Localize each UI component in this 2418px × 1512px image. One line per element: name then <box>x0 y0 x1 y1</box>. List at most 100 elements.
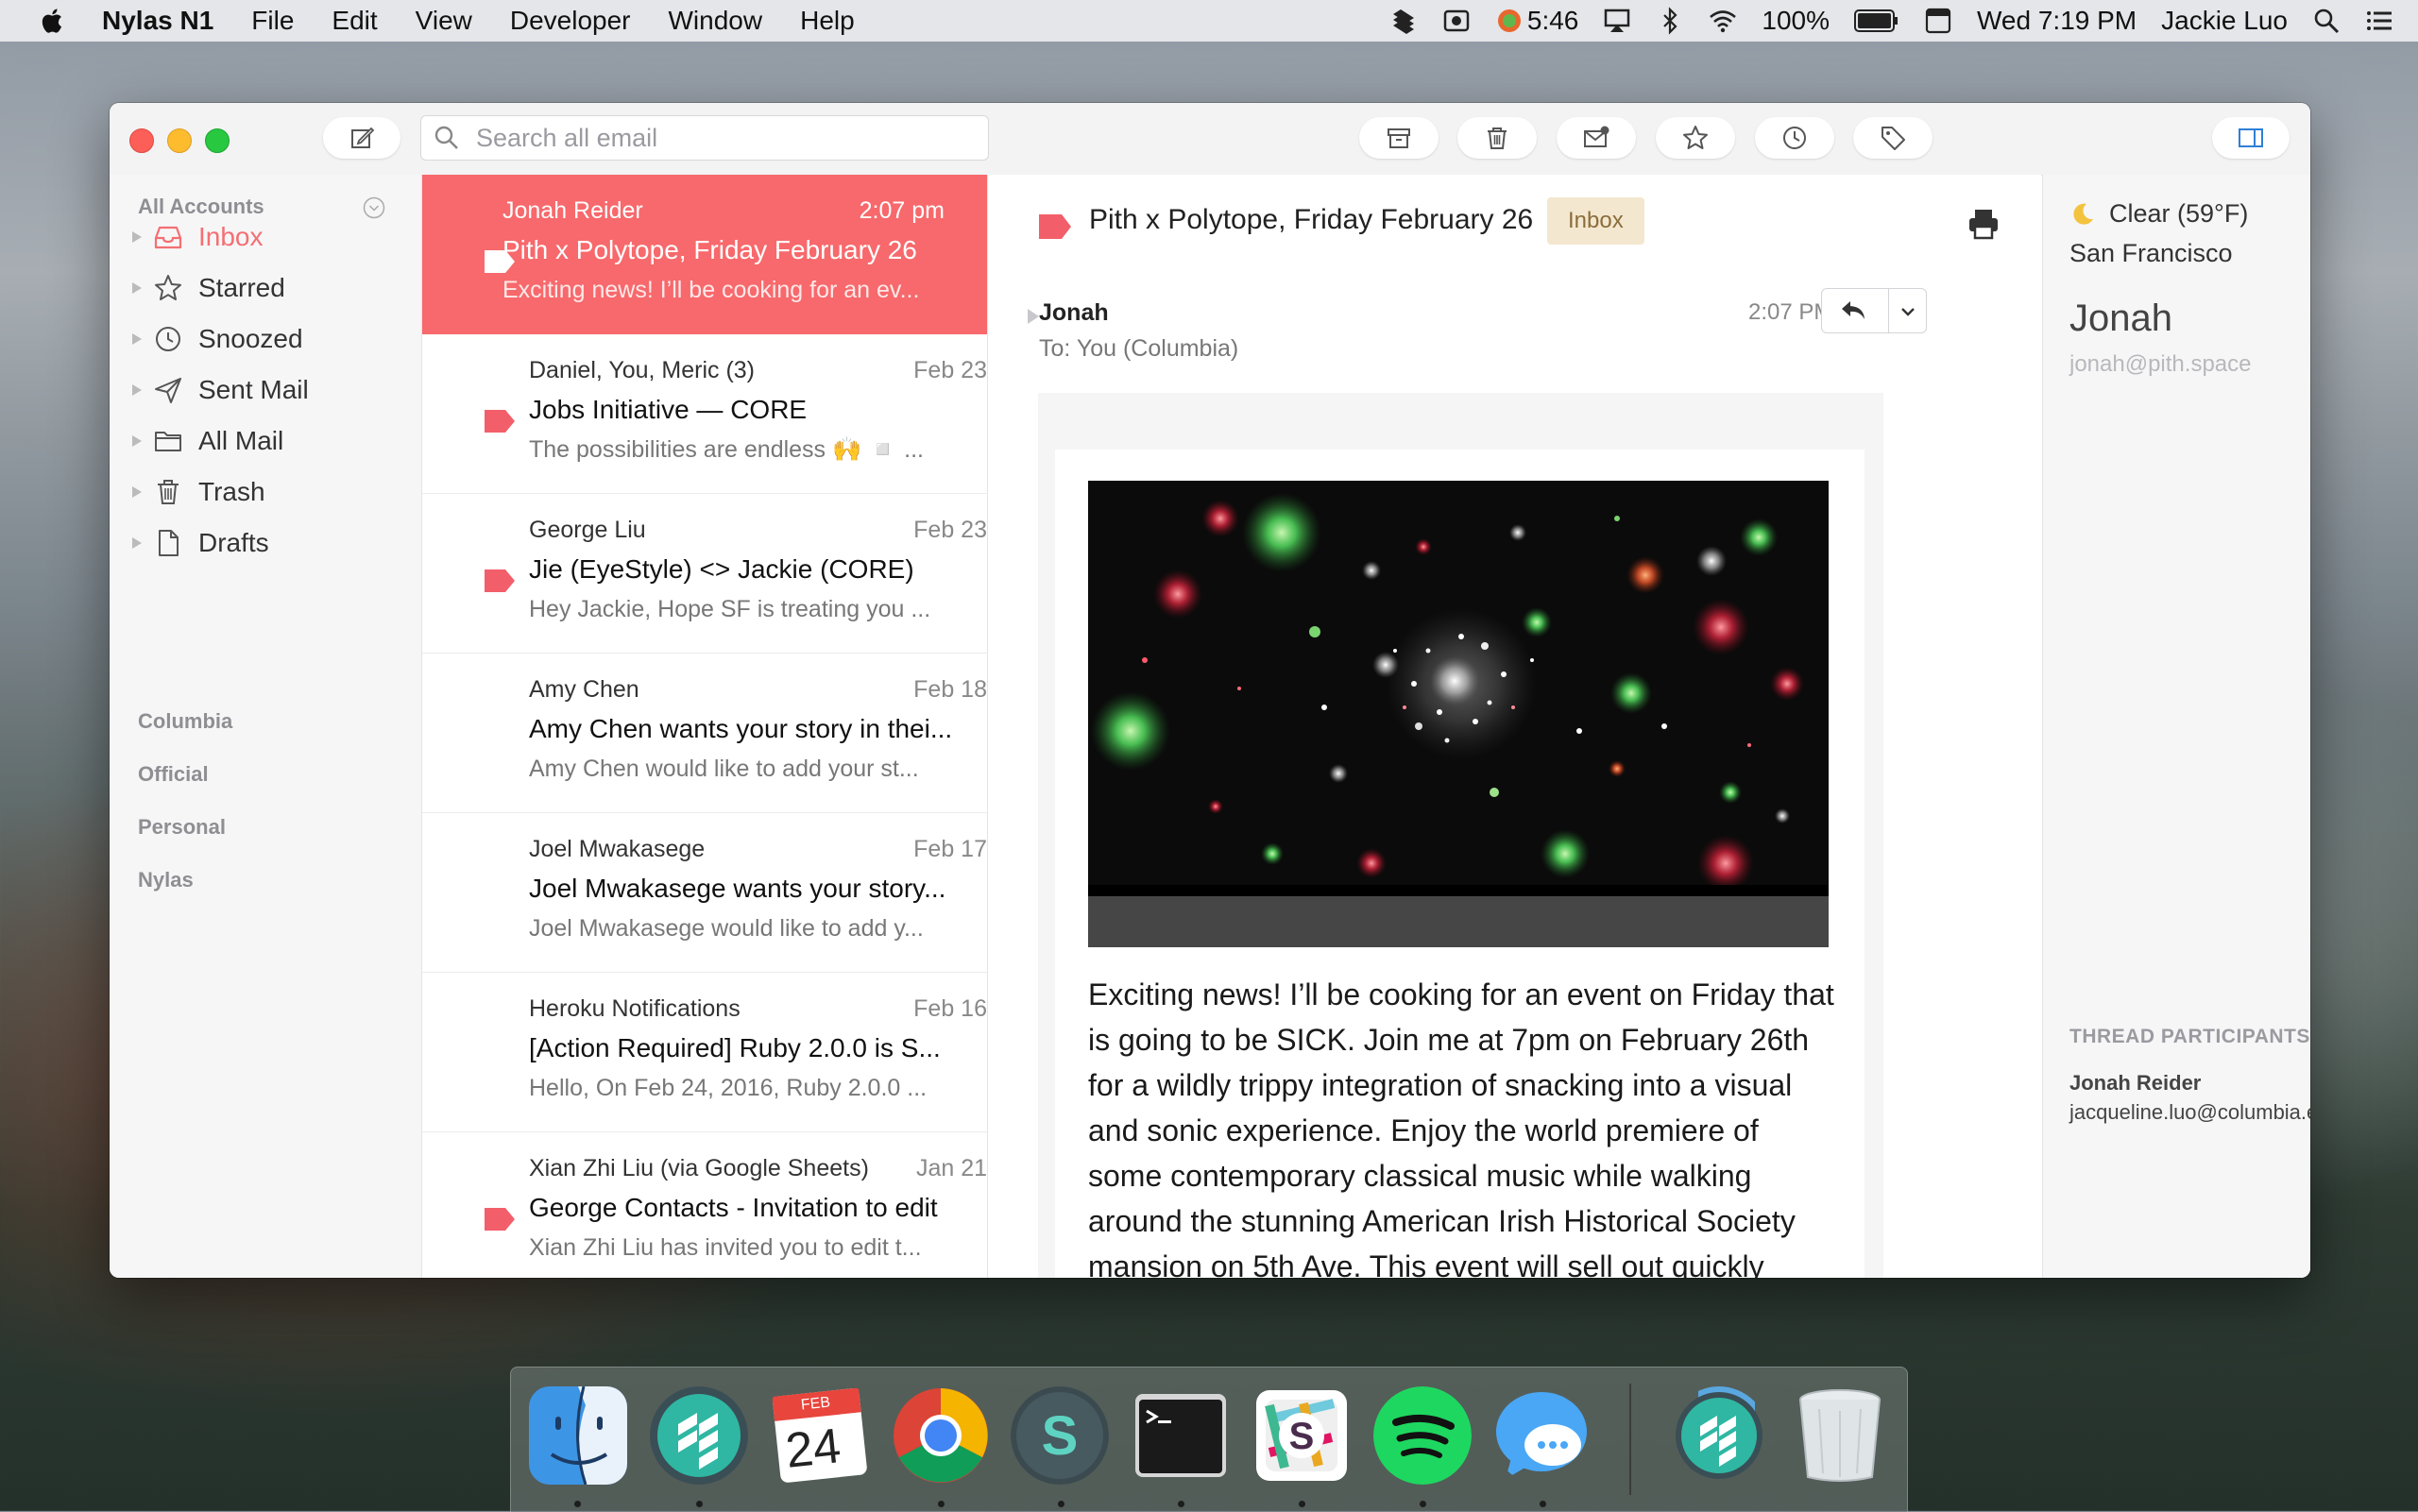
disclosure-triangle-icon[interactable] <box>132 231 142 243</box>
disclosure-triangle-icon[interactable] <box>132 486 142 498</box>
timer-icon[interactable] <box>1495 7 1524 35</box>
sketch-s-icon[interactable]: S <box>1011 1386 1109 1485</box>
sidebar-item-trash[interactable]: Trash <box>132 469 406 515</box>
running-indicator <box>1420 1501 1426 1507</box>
video-control-bar[interactable] <box>1088 896 1829 947</box>
messages-icon[interactable] <box>1492 1386 1591 1485</box>
keyboard-input-icon[interactable] <box>1924 7 1952 35</box>
snooze-button[interactable] <box>1755 117 1834 159</box>
chrome-icon[interactable] <box>892 1386 990 1485</box>
archive-button[interactable] <box>1359 117 1439 159</box>
thread-snippet: The possibilities are endless 🙌 ◽ ... <box>529 436 924 463</box>
slack-icon[interactable]: S <box>1252 1386 1351 1485</box>
disclosure-triangle-icon[interactable] <box>132 384 142 396</box>
tag-icon <box>1039 214 1071 239</box>
chevron-down-icon[interactable] <box>1898 301 1918 322</box>
reply-icon[interactable] <box>1839 297 1867 324</box>
embedded-video[interactable] <box>1088 481 1829 896</box>
participant-name[interactable]: Jonah Reider <box>2069 1071 2201 1096</box>
trash-button[interactable] <box>1457 117 1537 159</box>
thread-date: Feb 17 <box>913 836 987 862</box>
menu-window[interactable]: Window <box>669 6 763 36</box>
mark-unread-button[interactable] <box>1557 117 1636 159</box>
disclosure-triangle-icon[interactable] <box>132 537 142 549</box>
compose-button[interactable] <box>323 117 400 159</box>
sidebar-item-inbox[interactable]: Inbox <box>132 214 406 260</box>
compose-icon <box>351 127 375 148</box>
running-indicator <box>938 1501 945 1507</box>
spotlight-icon[interactable] <box>2312 7 2341 35</box>
mail-window: All Accounts Inbox Starred Snoozed Sent … <box>110 103 2310 1278</box>
calendar-icon[interactable]: FEB 24 <box>771 1386 869 1485</box>
finder-icon[interactable] <box>529 1386 627 1485</box>
thread-row[interactable]: Xian Zhi Liu (via Google Sheets) Jan 21 … <box>422 1132 987 1278</box>
thread-date: Jan 21 <box>915 1155 987 1181</box>
nylas-icon[interactable] <box>650 1386 748 1485</box>
account-official[interactable]: Official <box>138 762 209 787</box>
thread-row[interactable]: Daniel, You, Meric (3) Feb 23 Jobs Initi… <box>422 334 987 494</box>
close-window-button[interactable] <box>129 128 154 153</box>
weather-city: San Francisco <box>2069 239 2233 267</box>
reply-button-group <box>1821 288 1927 333</box>
participant-email[interactable]: jacqueline.luo@columbia.edu <box>2069 1100 2310 1125</box>
draft-icon <box>159 530 179 556</box>
sidebar-item-drafts[interactable]: Drafts <box>132 520 406 566</box>
spotify-icon[interactable] <box>1373 1386 1472 1485</box>
thread-date-text: Feb 23 <box>913 357 987 383</box>
thread-sender: Amy Chen <box>529 676 639 703</box>
thread-row[interactable]: George Liu Feb 23 Jie (EyeStyle) <> Jack… <box>422 494 987 654</box>
stack-status-icon[interactable] <box>1389 7 1418 35</box>
label-badge-inbox[interactable]: Inbox <box>1547 197 1644 245</box>
search-input[interactable] <box>474 122 969 154</box>
sidebar-item-label: Sent Mail <box>198 375 309 404</box>
print-icon[interactable] <box>1967 207 2001 241</box>
nylas-folder-icon[interactable] <box>1670 1386 1768 1485</box>
sidebar-item-starred[interactable]: Starred <box>132 265 406 311</box>
battery-icon[interactable] <box>1854 8 1899 33</box>
account-nylas[interactable]: Nylas <box>138 868 194 892</box>
search-field[interactable] <box>420 115 989 161</box>
thread-row[interactable]: Amy Chen Feb 18 Amy Chen wants your stor… <box>422 654 987 813</box>
user-name[interactable]: Jackie Luo <box>2161 6 2288 36</box>
notification-center-icon[interactable] <box>2365 7 2393 35</box>
star-button[interactable] <box>1656 117 1735 159</box>
thread-subject: Jie (EyeStyle) <> Jackie (CORE) <box>529 554 914 584</box>
menu-file[interactable]: File <box>251 6 294 36</box>
wifi-icon[interactable] <box>1709 7 1737 35</box>
zoom-window-button[interactable] <box>205 128 230 153</box>
menu-view[interactable]: View <box>416 6 472 36</box>
sidebar-item-all-mail[interactable]: All Mail <box>132 418 406 464</box>
app-menu[interactable]: Nylas N1 <box>102 6 213 36</box>
menu-help[interactable]: Help <box>800 6 855 36</box>
thread-row[interactable]: Heroku Notifications Feb 16 [Action Requ… <box>422 973 987 1132</box>
disclosure-triangle-icon[interactable] <box>132 282 142 294</box>
account-personal[interactable]: Personal <box>138 815 226 840</box>
sidebar-item-sent-mail[interactable]: Sent Mail <box>132 367 406 413</box>
apple-icon[interactable] <box>38 7 64 35</box>
sidebar-item-snoozed[interactable]: Snoozed <box>132 316 406 362</box>
disclosure-triangle-icon[interactable] <box>132 333 142 345</box>
contact-email[interactable]: jonah@pith.space <box>2069 351 2252 378</box>
airplay-icon[interactable] <box>1603 7 1631 35</box>
thread-subject: Joel Mwakasege wants your story... <box>529 874 946 903</box>
clock[interactable]: Wed 7:19 PM <box>1977 6 2137 36</box>
thread-row-selected[interactable]: Jonah Reider 2:07 pm Pith x Polytope, Fr… <box>422 175 987 334</box>
message-sender[interactable]: Jonah <box>1039 299 1109 327</box>
record-icon[interactable] <box>1442 7 1471 35</box>
toggle-sidebar-button[interactable] <box>2212 117 2290 159</box>
menu-bar: Nylas N1 File Edit View Developer Window… <box>0 0 2418 42</box>
trash-icon <box>158 480 179 504</box>
disclosure-triangle-icon[interactable] <box>132 435 142 447</box>
thread-row[interactable]: Joel Mwakasege Feb 17 Joel Mwakasege wan… <box>422 813 987 973</box>
menu-edit[interactable]: Edit <box>332 6 377 36</box>
account-columbia[interactable]: Columbia <box>138 709 232 734</box>
sidebar-item-label: Trash <box>198 477 265 506</box>
terminal-icon[interactable] <box>1132 1386 1230 1485</box>
trash-can-icon[interactable] <box>1791 1386 1889 1485</box>
minimize-window-button[interactable] <box>167 128 192 153</box>
menu-developer[interactable]: Developer <box>510 6 631 36</box>
thread-participants-header: THREAD PARTICIPANTS <box>2069 1026 2310 1047</box>
thread-sender: Daniel, You, Meric (3) <box>529 357 756 383</box>
bluetooth-icon[interactable] <box>1656 7 1684 35</box>
tag-button[interactable] <box>1853 117 1933 159</box>
